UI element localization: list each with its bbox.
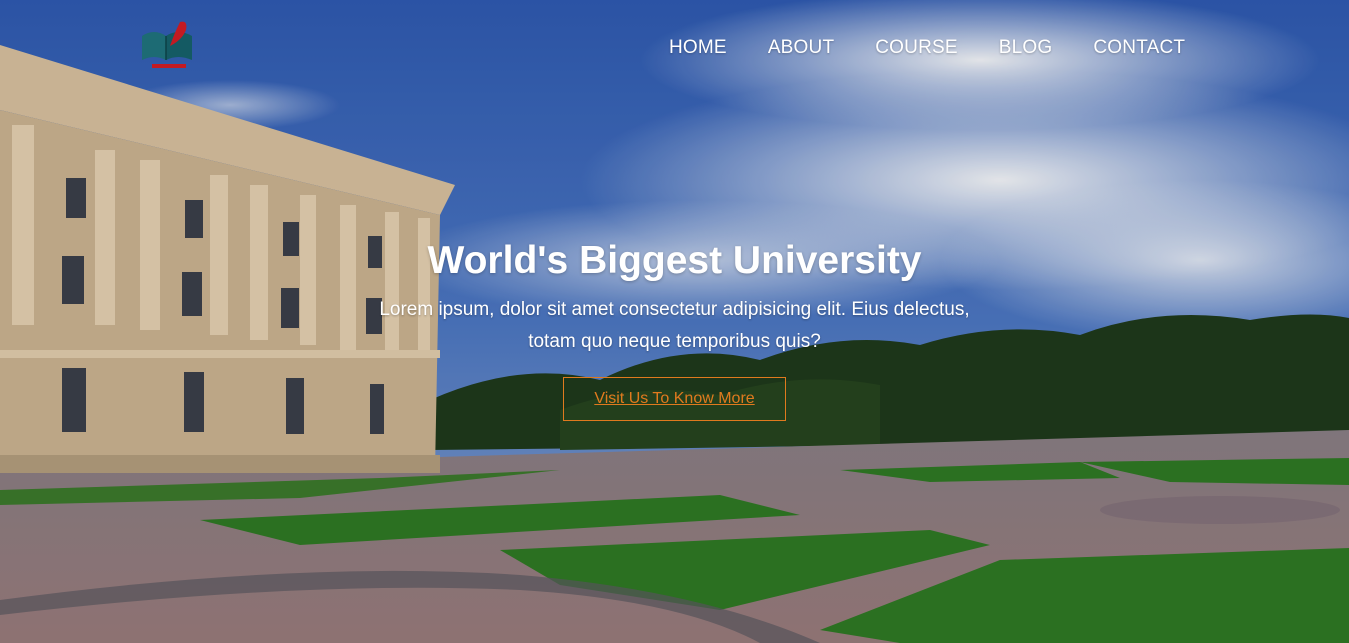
nav-contact-link[interactable]: CONTACT — [1093, 37, 1185, 59]
visit-us-button[interactable]: Visit Us To Know More — [563, 377, 786, 421]
nav-blog-link[interactable]: BLOG — [999, 37, 1053, 59]
hero-section: HOME ABOUT COURSE BLOG CONTACT World's B… — [0, 0, 1349, 643]
hero-subtitle: Lorem ipsum, dolor sit amet consectetur … — [379, 299, 970, 352]
main-nav: HOME ABOUT COURSE BLOG CONTACT — [669, 37, 1185, 59]
book-feather-logo-icon[interactable] — [136, 18, 198, 72]
hero-content: World's Biggest University Lorem ipsum, … — [0, 236, 1349, 421]
hero-title: World's Biggest University — [427, 239, 922, 282]
navbar: HOME ABOUT COURSE BLOG CONTACT — [0, 0, 1349, 100]
nav-home-link[interactable]: HOME — [669, 37, 727, 59]
nav-about-link[interactable]: ABOUT — [768, 37, 834, 59]
nav-course-link[interactable]: COURSE — [875, 37, 958, 59]
